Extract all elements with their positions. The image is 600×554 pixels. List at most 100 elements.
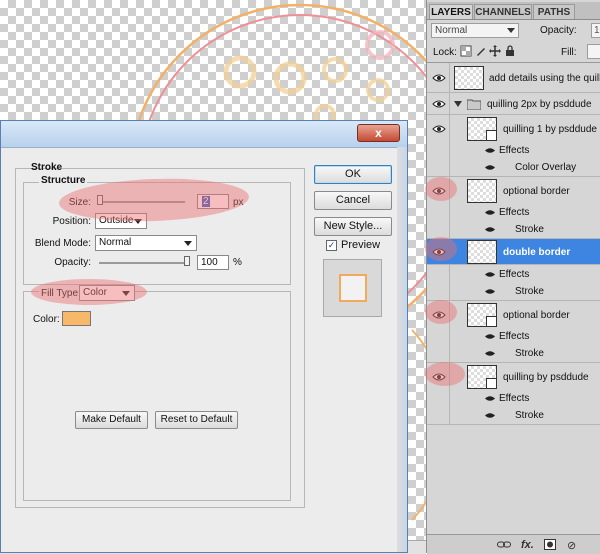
position-label: Position: — [52, 216, 91, 227]
lock-all-icon[interactable] — [504, 45, 516, 57]
effects-eye-icon[interactable] — [485, 271, 495, 278]
preview-checkbox[interactable]: ✓ — [326, 240, 337, 251]
lock-transparent-icon[interactable] — [460, 45, 472, 57]
layer-name: double border — [503, 247, 571, 258]
new-style-button[interactable]: New Style... — [314, 217, 392, 236]
chevron-down-icon — [184, 241, 192, 246]
layer-row-selected[interactable]: double border — [427, 239, 600, 265]
adjustment-icon[interactable]: ⊘ — [567, 539, 576, 552]
layer-row[interactable]: optional border Effects Stroke — [427, 177, 600, 239]
effects-label: Effects — [499, 269, 530, 280]
size-label: Size: — [68, 197, 91, 208]
layer-thumbnail — [467, 179, 497, 203]
blend-mode-value: Normal — [99, 237, 132, 248]
eye-icon[interactable] — [432, 124, 446, 134]
tab-layers[interactable]: LAYERS — [429, 4, 473, 19]
size-slider-thumb[interactable] — [97, 195, 103, 205]
effects-eye-icon[interactable] — [485, 147, 495, 154]
style-preview-swatch — [339, 274, 367, 302]
opacity-slider-track[interactable] — [99, 262, 187, 264]
tab-channels[interactable]: CHANNELS — [474, 4, 532, 19]
layer-name: optional border — [503, 186, 570, 197]
canvas-quilling-swirl — [366, 78, 390, 102]
effect-eye-icon[interactable] — [485, 412, 495, 419]
reset-to-default-button[interactable]: Reset to Default — [155, 411, 238, 429]
size-value: 2 — [202, 196, 210, 207]
layer-effects-row[interactable]: Effects Stroke — [427, 265, 600, 301]
layer-thumbnail — [467, 365, 497, 389]
layer-effect-badge — [486, 316, 497, 327]
layer-effect-badge — [486, 378, 497, 389]
mask-icon[interactable] — [544, 539, 556, 550]
color-swatch[interactable] — [62, 311, 91, 326]
effects-label: Effects — [499, 207, 530, 218]
canvas-quilling-swirl — [273, 61, 307, 95]
dialog-title-bar[interactable]: x — [1, 121, 407, 148]
layer-row[interactable]: quilling 1 by psddude Effects Color Over… — [427, 115, 600, 177]
layer-fill-input[interactable] — [587, 44, 600, 59]
layer-fill-label: Fill: — [561, 47, 577, 58]
layer-thumbnail — [467, 240, 497, 264]
chevron-down-icon — [507, 28, 515, 33]
layers-panel: LAYERS CHANNELS PATHS Normal Opacity: 10… — [425, 0, 600, 554]
layer-thumbnail — [454, 66, 484, 90]
link-icon[interactable] — [497, 540, 511, 549]
effects-label: Effects — [499, 145, 530, 156]
stroke-title: Stroke — [31, 162, 63, 173]
layer-blend-mode-value: Normal — [435, 25, 468, 36]
eye-icon[interactable] — [432, 310, 446, 320]
eye-icon[interactable] — [432, 247, 446, 257]
fill-type-label: Fill Type: — [39, 288, 83, 299]
eye-icon[interactable] — [432, 99, 446, 109]
eye-icon[interactable] — [432, 372, 446, 382]
effect-eye-icon[interactable] — [485, 288, 495, 295]
layer-list[interactable]: add details using the quilling quilling … — [427, 62, 600, 535]
dialog-frame-edge — [397, 147, 407, 552]
effects-eye-icon[interactable] — [485, 395, 495, 402]
effect-name: Stroke — [515, 410, 544, 421]
layer-row[interactable]: add details using the quilling — [427, 63, 600, 93]
size-slider-track[interactable] — [99, 201, 185, 203]
layer-row[interactable]: optional border Effects Stroke — [427, 301, 600, 363]
color-label: Color: — [33, 314, 60, 325]
preview-label: Preview — [341, 239, 381, 251]
blend-mode-select[interactable]: Normal — [95, 235, 197, 251]
effect-name: Stroke — [515, 224, 544, 235]
effect-eye-icon[interactable] — [485, 164, 495, 171]
layer-name: add details using the quilling — [489, 73, 600, 84]
folder-icon — [467, 99, 481, 110]
fill-type-value: Color — [83, 287, 107, 298]
chevron-down-icon — [122, 291, 130, 296]
effects-label: Effects — [499, 393, 530, 404]
chevron-down-icon — [134, 219, 142, 224]
effect-eye-icon[interactable] — [485, 226, 495, 233]
fx-icon[interactable]: fx. — [521, 539, 534, 551]
tab-paths[interactable]: PATHS — [533, 4, 575, 19]
position-select[interactable]: Outside — [95, 213, 147, 229]
layer-name: quilling by psddude — [503, 372, 589, 383]
layer-style-dialog: x Stroke Structure Size: 2 px Position: … — [0, 120, 408, 553]
layer-opacity-input[interactable]: 100 — [591, 23, 600, 38]
size-input[interactable]: 2 — [197, 194, 229, 209]
layer-group-row[interactable]: quilling 2px by psddude — [427, 93, 600, 115]
opacity-slider-thumb[interactable] — [184, 256, 190, 266]
chevron-down-icon[interactable] — [454, 101, 462, 107]
effects-eye-icon[interactable] — [485, 333, 495, 340]
cancel-button[interactable]: Cancel — [314, 191, 392, 210]
close-button[interactable]: x — [357, 124, 400, 142]
layer-blend-mode-select[interactable]: Normal — [431, 23, 519, 38]
layer-row[interactable]: quilling by psddude Effects Stroke — [427, 363, 600, 425]
effect-eye-icon[interactable] — [485, 350, 495, 357]
opacity-input[interactable]: 100 — [197, 255, 229, 270]
lock-image-icon[interactable] — [475, 45, 487, 57]
eye-icon[interactable] — [432, 73, 446, 83]
fill-type-select[interactable]: Color — [79, 285, 135, 301]
effects-eye-icon[interactable] — [485, 209, 495, 216]
make-default-button[interactable]: Make Default — [75, 411, 148, 429]
canvas-quilling-swirl — [322, 57, 348, 83]
effect-name: Color Overlay — [515, 162, 577, 173]
eye-icon[interactable] — [432, 186, 446, 196]
lock-position-icon[interactable] — [489, 45, 501, 57]
ok-button[interactable]: OK — [314, 165, 392, 184]
layer-name: optional border — [503, 310, 570, 321]
